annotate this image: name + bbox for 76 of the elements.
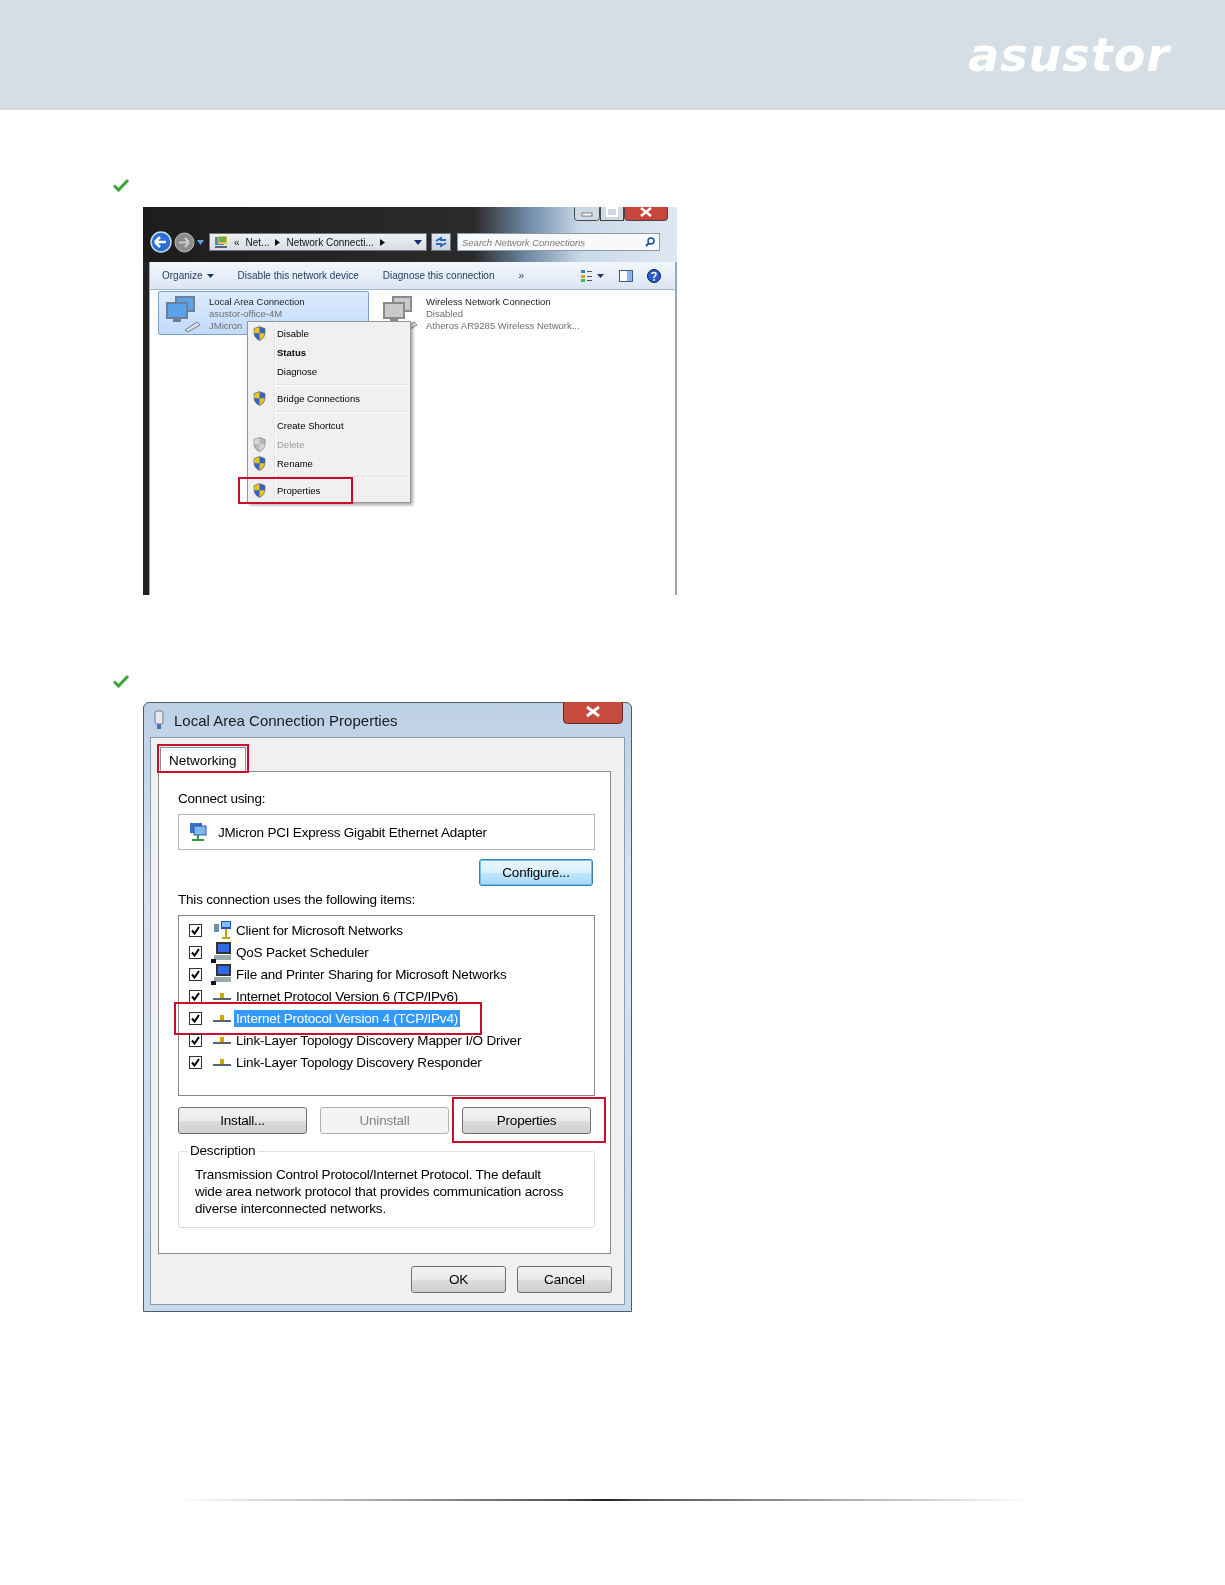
menu-item[interactable]: Diagnose (250, 362, 408, 381)
network-adapter-icon (154, 710, 164, 730)
menu-item[interactable]: Status (250, 343, 408, 362)
computer-icon (211, 941, 233, 963)
breadcrumb-arrow-icon[interactable] (379, 238, 385, 246)
checkbox[interactable] (189, 967, 202, 981)
list-item[interactable]: Link-Layer Topology Discovery Mapper I/O Driver (234, 1031, 524, 1049)
toolbar-button[interactable]: Diagnose this connection (382, 270, 495, 281)
group-label: Description (187, 1143, 259, 1158)
configure-button[interactable]: Configure... (479, 859, 593, 886)
view-options-icon[interactable] (581, 269, 605, 282)
checkmark-icon (113, 178, 129, 192)
list-item[interactable]: QoS Packet Scheduler (234, 943, 371, 961)
connection-status: Disabled (426, 308, 463, 320)
network-protocol-icon (212, 1012, 232, 1024)
breadcrumb[interactable]: Net... (245, 236, 270, 248)
adapter-name: JMicron (209, 320, 243, 332)
refresh-icon (435, 236, 447, 248)
checkbox[interactable] (189, 1055, 202, 1069)
field-label: This connection uses the following items: (178, 892, 417, 907)
checkbox[interactable] (189, 989, 202, 1003)
back-icon[interactable] (150, 231, 172, 253)
overflow-chevron[interactable]: « (234, 236, 240, 248)
disabled-button: Uninstall (320, 1107, 449, 1134)
menu-item[interactable]: Create Shortcut (250, 416, 408, 435)
connection-name: Local Area Connection (209, 296, 305, 308)
network-protocol-icon (212, 1056, 232, 1068)
network-protocol-icon (212, 1034, 232, 1046)
breadcrumb-arrow-icon[interactable] (275, 238, 281, 246)
menu-item[interactable]: Properties (250, 481, 408, 500)
address-bar[interactable]: « Net... Network Connecti... (209, 233, 427, 251)
help-icon[interactable] (647, 268, 661, 283)
menu-item: Delete (250, 435, 408, 454)
more-commands-button[interactable]: » (518, 270, 525, 281)
connection-name: Wireless Network Connection (426, 296, 551, 308)
list-item[interactable]: Client for Microsoft Networks (234, 921, 405, 939)
adapter-name: Atheros AR9285 Wireless Network... (426, 320, 580, 332)
dropdown-arrow-icon[interactable] (414, 239, 422, 245)
network-adapter-icon (188, 822, 208, 842)
menu-item[interactable]: Rename (250, 454, 408, 473)
tab[interactable]: Networking (160, 747, 246, 772)
dropdown-arrow-icon[interactable] (197, 239, 204, 245)
window-title: Local Area Connection Properties (174, 711, 398, 729)
network-computer-icon (163, 294, 203, 334)
network-folder-icon (214, 235, 228, 249)
forward-icon[interactable] (174, 231, 195, 253)
checkbox[interactable] (189, 945, 202, 959)
preview-pane-icon[interactable] (619, 269, 633, 282)
breadcrumb[interactable]: Network Connecti... (286, 236, 374, 248)
search-field[interactable]: Search Network Connections (457, 233, 660, 251)
checkmark-icon (113, 674, 129, 688)
toolbar-button[interactable]: Disable this network device (237, 270, 359, 281)
network-client-icon (212, 920, 232, 940)
dialog-button[interactable]: OK (411, 1266, 506, 1293)
adapter-name: JMicron PCI Express Gigabit Ethernet Adapter (218, 824, 487, 840)
search-icon (645, 237, 655, 247)
toolbar-button[interactable]: Organize (162, 270, 214, 281)
list-item[interactable]: File and Printer Sharing for Microsoft Networks (234, 965, 509, 983)
maximize-icon[interactable] (600, 207, 624, 221)
menu-item[interactable]: Bridge Connections (250, 389, 408, 408)
close-icon[interactable] (624, 207, 668, 221)
list-item[interactable]: Internet Protocol Version 6 (TCP/IPv6) (234, 987, 460, 1005)
field-label: Connect using: (178, 791, 267, 806)
minimize-icon[interactable] (574, 207, 600, 221)
checkbox[interactable] (189, 1011, 202, 1025)
action-button[interactable]: Properties (462, 1107, 591, 1134)
list-item[interactable]: Link-Layer Topology Discovery Responder (234, 1053, 484, 1071)
dialog-button[interactable]: Cancel (517, 1266, 612, 1293)
description-text: Transmission Control Protocol/Internet Protocol. The default wide area network protocol that provides communication across diverse interconnected networks. (195, 1166, 565, 1217)
network-protocol-icon (212, 990, 232, 1002)
refresh-button[interactable] (431, 233, 451, 251)
action-button[interactable]: Install... (178, 1107, 307, 1134)
checkbox[interactable] (189, 923, 202, 937)
close-icon[interactable] (563, 702, 623, 724)
computer-icon (211, 963, 233, 985)
connection-status: asustor-office-4M (209, 308, 283, 320)
